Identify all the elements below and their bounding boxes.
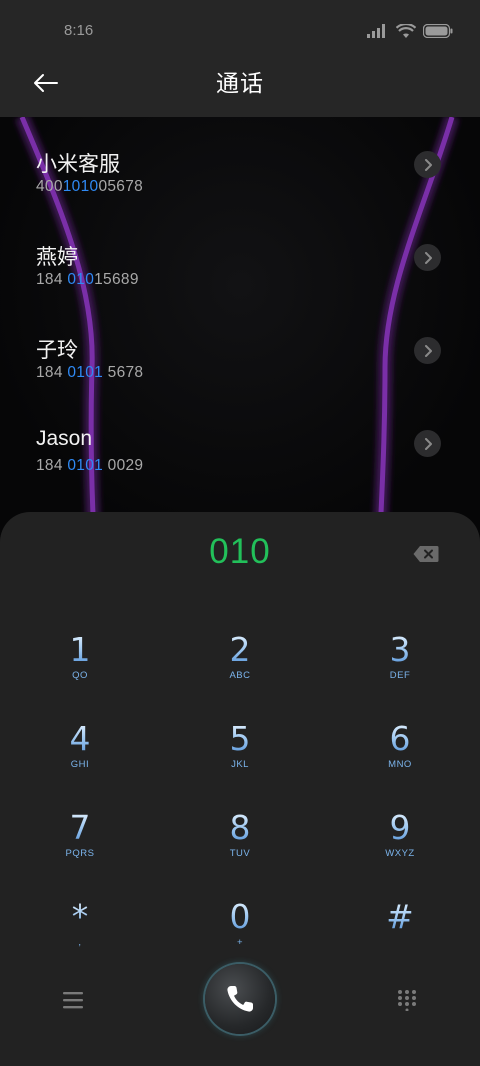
number-prefix: 184 (36, 457, 68, 474)
keypad-icon (398, 990, 416, 1012)
menu-icon (63, 992, 83, 1009)
key-letters: QO (72, 670, 88, 681)
contact-name: Jason (36, 427, 93, 450)
chevron-right-icon (424, 158, 432, 171)
key-letters: , (78, 937, 82, 948)
call-button[interactable] (205, 964, 275, 1034)
contact-row[interactable]: 小米客服 400101005678 (0, 140, 480, 233)
contact-detail-button[interactable] (414, 337, 441, 364)
contact-detail-button[interactable] (414, 244, 441, 271)
number-suffix: 15689 (94, 271, 139, 288)
menu-button[interactable] (60, 988, 86, 1012)
key-letters: PQRS (65, 848, 95, 859)
key-digit: # (340, 899, 460, 935)
battery-icon (423, 24, 453, 38)
number-suffix: 5678 (103, 364, 144, 381)
contact-number: 184 01015689 (36, 271, 139, 289)
contact-number: 400101005678 (36, 178, 143, 196)
key-digit: 3 (340, 632, 460, 668)
contact-row[interactable]: 子玲 184 0101 5678 (0, 326, 480, 419)
number-match: 1010 (62, 178, 99, 195)
number-prefix: 400 (36, 178, 63, 195)
chevron-right-icon (424, 437, 432, 450)
status-icons (367, 22, 453, 40)
key-digit: 9 (340, 810, 460, 846)
backspace-icon (413, 546, 439, 562)
contact-match-list: 小米客服 400101005678 燕婷 184 01015689 子玲 184… (0, 140, 480, 512)
phone-screen: 8:16 通话 小米客服 400101005678 燕婷 184 0101568… (0, 0, 480, 1066)
number-prefix: 184 (36, 364, 68, 381)
key-3[interactable]: 3 DEF (340, 632, 460, 712)
chevron-right-icon (424, 344, 432, 357)
key-letters: GHI (70, 759, 90, 770)
wifi-icon (396, 23, 416, 38)
dialer-bottom-bar (0, 962, 480, 1042)
key-letters: MNO (388, 759, 412, 770)
contact-row[interactable]: Jason 184 0101 0029 (0, 419, 480, 512)
delete-button[interactable] (413, 545, 439, 563)
key-7[interactable]: 7 PQRS (20, 810, 140, 890)
contact-number: 184 0101 0029 (36, 457, 143, 475)
key-1[interactable]: 1 QO (20, 632, 140, 712)
key-5[interactable]: 5 JKL (180, 721, 300, 801)
phone-icon (227, 986, 253, 1012)
key-digit: 2 (180, 632, 300, 668)
number-match: 010 (67, 271, 95, 288)
contact-row[interactable]: 燕婷 184 01015689 (0, 233, 480, 326)
contact-name: 小米客服 (36, 153, 120, 176)
key-digit: * (20, 899, 140, 935)
key-9[interactable]: 9 WXYZ (340, 810, 460, 890)
signal-icon (367, 24, 385, 38)
key-digit: 1 (20, 632, 140, 668)
dialed-number: 010 (209, 532, 271, 571)
key-digit: 4 (20, 721, 140, 757)
key-letters: DEF (389, 670, 411, 681)
number-match: 0101 (67, 364, 104, 381)
key-digit: 7 (20, 810, 140, 846)
key-digit: 5 (180, 721, 300, 757)
key-letters: TUV (229, 848, 251, 859)
contact-detail-button[interactable] (414, 430, 441, 457)
contact-name: 燕婷 (36, 246, 78, 269)
key-letters: JKL (231, 759, 249, 770)
contact-detail-button[interactable] (414, 151, 441, 178)
key-letters: + (236, 937, 244, 948)
number-suffix: 05678 (98, 178, 144, 195)
dialer-panel: 010 1 QO 2 ABC 3 DEF 4 GHI 5 JKL 6 MNO 7… (0, 512, 480, 1066)
key-4[interactable]: 4 GHI (20, 721, 140, 801)
page-title: 通话 (216, 71, 264, 97)
number-match: 0101 (67, 457, 104, 474)
key-digit: 8 (180, 810, 300, 846)
key-letters: ABC (229, 670, 251, 681)
number-prefix: 184 (36, 271, 68, 288)
key-6[interactable]: 6 MNO (340, 721, 460, 801)
number-suffix: 0029 (103, 457, 144, 474)
key-8[interactable]: 8 TUV (180, 810, 300, 890)
contact-name: 子玲 (36, 339, 78, 362)
key-digit: 6 (340, 721, 460, 757)
contact-number: 184 0101 5678 (36, 364, 143, 382)
app-header: 8:16 通话 (0, 0, 480, 117)
key-digit: 0 (180, 899, 300, 935)
chevron-right-icon (424, 251, 432, 264)
keypad-toggle-button[interactable] (396, 989, 418, 1012)
key-2[interactable]: 2 ABC (180, 632, 300, 712)
key-letters: WXYZ (385, 848, 415, 859)
status-time: 8:16 (64, 22, 94, 39)
